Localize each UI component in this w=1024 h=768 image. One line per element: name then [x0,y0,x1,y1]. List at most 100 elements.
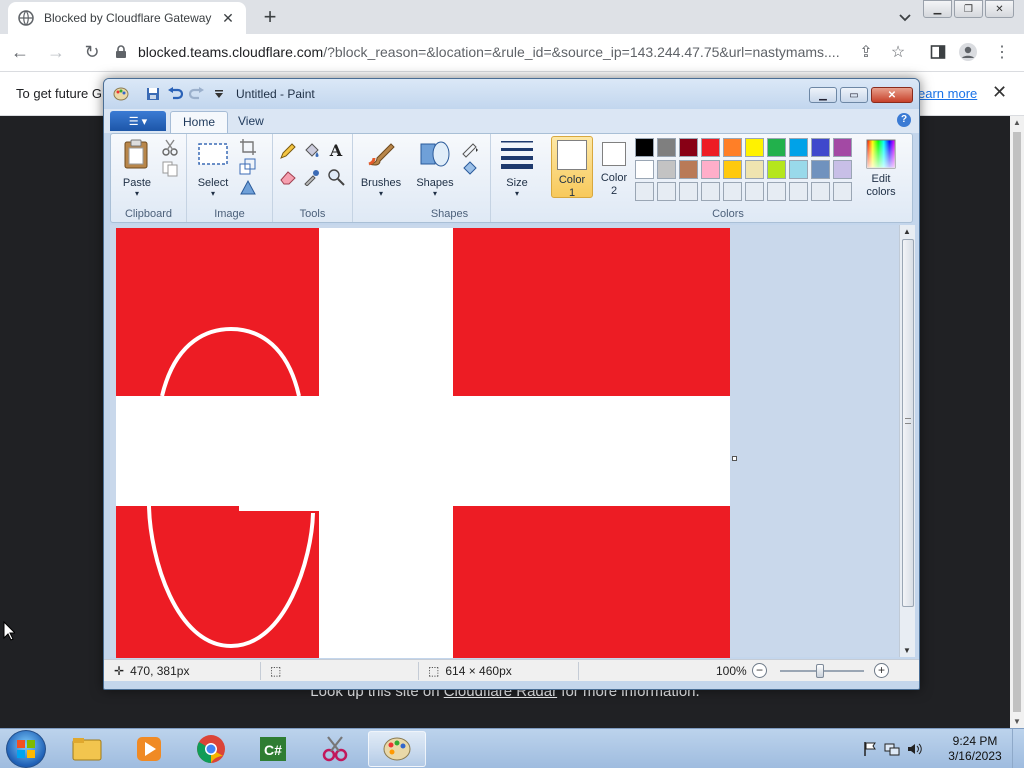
tab-home[interactable]: Home [170,111,229,133]
paste-button[interactable]: Paste ▾ [117,138,157,198]
redo-icon[interactable] [188,85,206,103]
text-tool-icon[interactable]: A [327,142,345,160]
reload-icon[interactable]: ↻ [76,37,108,69]
palette-swatch[interactable] [789,160,808,179]
palette-swatch[interactable] [833,160,852,179]
help-icon[interactable]: ? [897,113,911,127]
palette-swatch[interactable] [767,160,786,179]
canvas-resize-handle[interactable] [732,456,737,461]
profile-avatar-icon[interactable] [958,42,978,62]
palette-swatch[interactable] [745,138,764,157]
resize-icon[interactable] [239,158,257,176]
custom-color-slot[interactable] [767,182,786,201]
palette-swatch[interactable] [723,138,742,157]
color2-button[interactable]: Color 2 [595,136,633,198]
drawing-canvas[interactable] [116,228,730,658]
info-bar-close-icon[interactable]: ✕ [992,82,1007,103]
size-button[interactable]: Size ▾ [497,138,537,198]
crop-icon[interactable] [239,138,257,156]
minimize-button[interactable]: ▁ [923,0,952,18]
custom-color-slot[interactable] [723,182,742,201]
zoom-in-button[interactable]: + [874,663,889,678]
tab-search-chevron-icon[interactable] [896,8,914,26]
lock-icon[interactable] [114,45,128,59]
palette-swatch[interactable] [701,138,720,157]
palette-swatch[interactable] [679,160,698,179]
eraser-icon[interactable] [279,168,297,186]
palette-swatch[interactable] [767,138,786,157]
brushes-button[interactable]: Brushes ▾ [359,138,403,198]
custom-color-slot[interactable] [833,182,852,201]
tab-blocked[interactable]: Blocked by Cloudflare Gateway ✕ [8,2,246,34]
close-button[interactable]: ✕ [985,0,1014,18]
palette-swatch[interactable] [635,160,654,179]
custom-color-slot[interactable] [635,182,654,201]
taskbar-clock[interactable]: 9:24 PM 3/16/2023 [940,734,1010,764]
undo-icon[interactable] [166,85,184,103]
volume-icon[interactable] [906,741,922,757]
custom-color-slot[interactable] [657,182,676,201]
outline-icon[interactable] [461,140,479,158]
palette-swatch[interactable] [789,138,808,157]
custom-color-slot[interactable] [701,182,720,201]
custom-color-slot[interactable] [679,182,698,201]
pencil-icon[interactable] [279,142,297,160]
edit-colors-button[interactable]: Edit colors [859,136,903,198]
magnifier-icon[interactable] [327,168,345,186]
forward-arrow-icon[interactable]: → [40,37,72,69]
paint-close-button[interactable]: ✕ [871,87,913,103]
page-scroll-thumb[interactable] [1013,132,1021,712]
color1-button[interactable]: Color 1 [551,136,593,199]
paint-minimize-button[interactable]: ▁ [809,87,837,103]
palette-swatch[interactable] [833,138,852,157]
taskbar-snipping-tool[interactable] [306,731,364,767]
show-desktop-button[interactable] [1012,729,1024,768]
save-icon[interactable] [144,85,162,103]
custom-color-slot[interactable] [811,182,830,201]
fill-icon[interactable] [461,160,479,178]
restore-button[interactable]: ❐ [954,0,983,18]
taskbar-paint[interactable] [368,731,426,767]
palette-swatch[interactable] [635,138,654,157]
paint-maximize-button[interactable]: ▭ [840,87,868,103]
copy-icon[interactable] [161,160,179,178]
taskbar-csharp[interactable]: C# [244,731,302,767]
address-bar[interactable]: blocked.teams.cloudflare.com/?block_reas… [108,37,843,67]
scroll-up-arrow-icon[interactable]: ▲ [1013,118,1021,127]
canvas-vertical-scrollbar[interactable]: ▲ ▼ [899,225,915,657]
zoom-out-button[interactable]: − [752,663,767,678]
customize-qat-icon[interactable] [210,85,228,103]
tab-close-icon[interactable]: ✕ [220,10,236,27]
fill-bucket-icon[interactable] [303,142,321,160]
palette-swatch[interactable] [811,160,830,179]
side-panel-icon[interactable] [928,42,948,62]
paint-title-bar[interactable]: Untitled - Paint ▁ ▭ ✕ [104,79,919,109]
share-icon[interactable]: ⇪ [856,42,876,62]
canvas-scroll-up-icon[interactable]: ▲ [903,227,911,236]
palette-swatch[interactable] [811,138,830,157]
palette-swatch[interactable] [701,160,720,179]
paint-menu-button[interactable]: ☰ ▾ [110,111,166,131]
color-picker-icon[interactable] [303,168,321,186]
paint-app-icon[interactable] [112,85,130,103]
palette-swatch[interactable] [723,160,742,179]
select-button[interactable]: Select ▾ [193,138,233,198]
palette-swatch[interactable] [657,138,676,157]
taskbar-chrome[interactable] [182,731,240,767]
custom-color-slot[interactable] [789,182,808,201]
taskbar-explorer[interactable] [58,731,116,767]
bookmark-star-icon[interactable]: ☆ [888,42,908,62]
rotate-icon[interactable] [239,178,257,196]
custom-color-slot[interactable] [745,182,764,201]
learn-more-link[interactable]: earn more [918,86,977,101]
taskbar-media-player[interactable] [120,731,178,767]
tab-view[interactable]: View [226,111,276,133]
scroll-down-arrow-icon[interactable]: ▼ [1013,717,1021,726]
new-tab-button[interactable]: + [258,4,282,30]
palette-swatch[interactable] [679,138,698,157]
back-arrow-icon[interactable]: ← [4,37,36,69]
canvas-scroll-down-icon[interactable]: ▼ [903,646,911,655]
more-menu-icon[interactable]: ⋮ [992,42,1012,62]
zoom-slider-thumb[interactable] [816,664,824,678]
shapes-button[interactable]: Shapes ▾ [413,138,457,198]
